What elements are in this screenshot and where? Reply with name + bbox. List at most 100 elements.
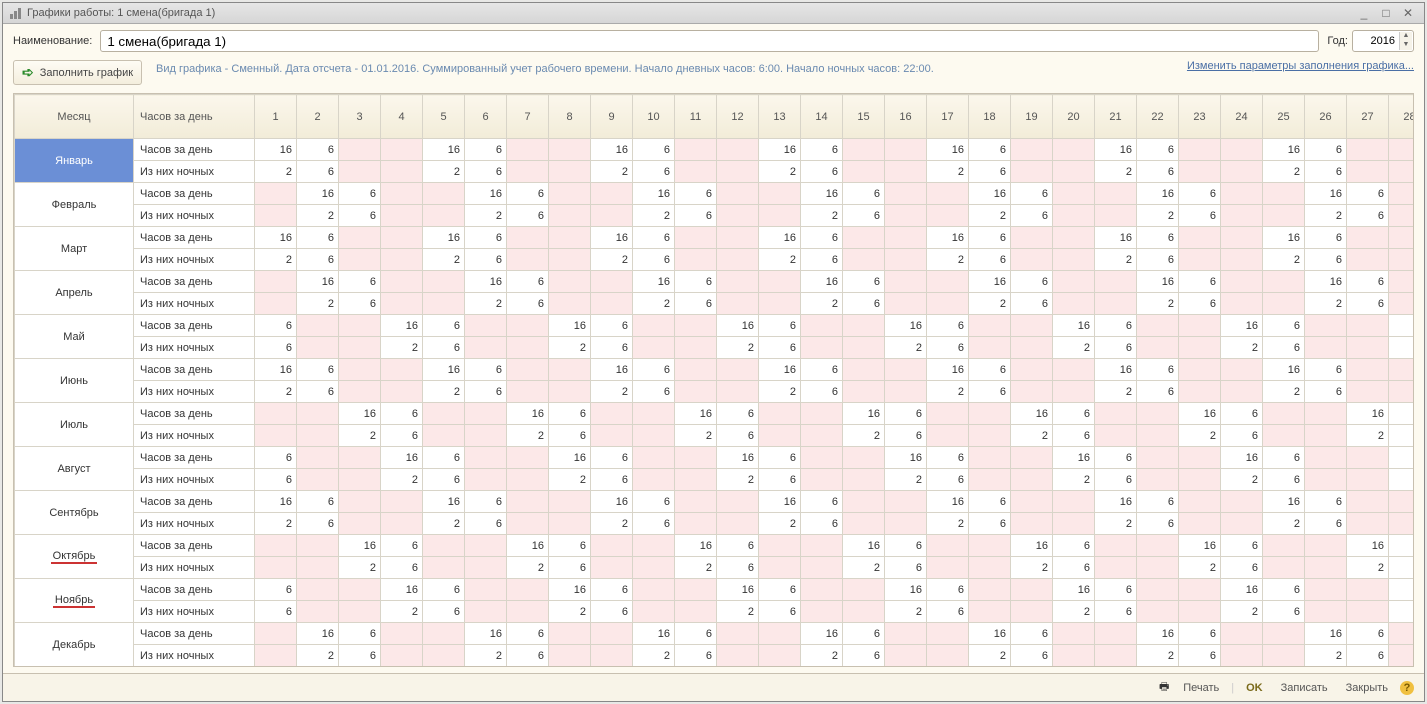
day-cell[interactable]: 6: [1095, 315, 1137, 337]
night-cell[interactable]: 2: [1053, 337, 1095, 359]
day-cell[interactable]: 16: [633, 183, 675, 205]
night-cell[interactable]: 6: [1347, 205, 1389, 227]
night-cell[interactable]: [675, 469, 717, 491]
day-cell[interactable]: 16: [1221, 447, 1263, 469]
day-cell[interactable]: [339, 227, 381, 249]
night-cell[interactable]: 2: [759, 161, 801, 183]
night-cell[interactable]: [465, 337, 507, 359]
day-cell[interactable]: [1221, 139, 1263, 161]
night-cell[interactable]: 6: [633, 513, 675, 535]
day-cell[interactable]: 6: [465, 139, 507, 161]
night-cell[interactable]: 2: [633, 205, 675, 227]
night-cell[interactable]: 6: [1095, 469, 1137, 491]
day-cell[interactable]: 16: [1053, 579, 1095, 601]
header-day-25[interactable]: 25: [1263, 95, 1305, 139]
night-cell[interactable]: [339, 469, 381, 491]
header-hours-per-day[interactable]: Часов за день: [134, 95, 255, 139]
day-cell[interactable]: [1095, 403, 1137, 425]
night-cell[interactable]: 2: [549, 337, 591, 359]
header-day-14[interactable]: 14: [801, 95, 843, 139]
day-cell[interactable]: 16: [255, 491, 297, 513]
day-cell[interactable]: 6: [1263, 447, 1305, 469]
night-cell[interactable]: 2: [423, 161, 465, 183]
day-cell[interactable]: 16: [969, 183, 1011, 205]
night-cell[interactable]: 2: [1305, 645, 1347, 667]
night-cell[interactable]: 6: [1263, 601, 1305, 623]
night-cell[interactable]: 2: [801, 293, 843, 315]
day-cell[interactable]: [717, 183, 759, 205]
header-day-8[interactable]: 8: [549, 95, 591, 139]
night-cell[interactable]: 2: [885, 337, 927, 359]
header-day-3[interactable]: 3: [339, 95, 381, 139]
night-cell[interactable]: 2: [423, 513, 465, 535]
day-cell[interactable]: [1347, 447, 1389, 469]
night-cell[interactable]: 6: [1137, 513, 1179, 535]
night-cell[interactable]: 2: [969, 293, 1011, 315]
day-cell[interactable]: 6: [927, 447, 969, 469]
night-cell[interactable]: [549, 293, 591, 315]
day-cell[interactable]: [1263, 271, 1305, 293]
night-cell[interactable]: 6: [465, 249, 507, 271]
night-cell[interactable]: 2: [591, 249, 633, 271]
night-cell[interactable]: [1389, 513, 1415, 535]
night-cell[interactable]: [1053, 645, 1095, 667]
night-cell[interactable]: [507, 161, 549, 183]
night-cell[interactable]: [339, 381, 381, 403]
header-day-6[interactable]: 6: [465, 95, 507, 139]
night-cell[interactable]: 2: [465, 293, 507, 315]
day-cell[interactable]: 16: [591, 359, 633, 381]
day-cell[interactable]: [507, 447, 549, 469]
night-cell[interactable]: 6: [1221, 425, 1263, 447]
night-cell[interactable]: [633, 601, 675, 623]
day-cell[interactable]: [633, 315, 675, 337]
night-cell[interactable]: [675, 337, 717, 359]
day-cell[interactable]: 6: [1011, 183, 1053, 205]
night-cell[interactable]: [717, 513, 759, 535]
night-cell[interactable]: 6: [255, 601, 297, 623]
night-cell[interactable]: 6: [801, 513, 843, 535]
day-cell[interactable]: [1389, 271, 1415, 293]
night-cell[interactable]: 2: [675, 557, 717, 579]
night-cell[interactable]: [969, 337, 1011, 359]
night-cell[interactable]: 6: [465, 513, 507, 535]
day-cell[interactable]: 16: [1305, 271, 1347, 293]
night-cell[interactable]: 6: [1095, 337, 1137, 359]
day-cell[interactable]: [255, 535, 297, 557]
day-cell[interactable]: [1011, 315, 1053, 337]
day-cell[interactable]: 6: [969, 139, 1011, 161]
night-cell[interactable]: 2: [801, 205, 843, 227]
day-cell[interactable]: [801, 447, 843, 469]
night-cell[interactable]: 6: [255, 337, 297, 359]
night-cell[interactable]: [507, 337, 549, 359]
day-cell[interactable]: 16: [1263, 227, 1305, 249]
night-cell[interactable]: 6: [297, 249, 339, 271]
night-cell[interactable]: [633, 337, 675, 359]
day-cell[interactable]: [1305, 447, 1347, 469]
day-cell[interactable]: [801, 403, 843, 425]
night-cell[interactable]: [297, 557, 339, 579]
day-cell[interactable]: [717, 227, 759, 249]
header-day-12[interactable]: 12: [717, 95, 759, 139]
day-cell[interactable]: [1053, 227, 1095, 249]
night-cell[interactable]: 2: [717, 469, 759, 491]
night-cell[interactable]: [339, 249, 381, 271]
day-cell[interactable]: [675, 139, 717, 161]
day-cell[interactable]: 6: [801, 227, 843, 249]
night-cell[interactable]: 2: [759, 513, 801, 535]
day-cell[interactable]: [465, 579, 507, 601]
night-cell[interactable]: [1053, 161, 1095, 183]
day-cell[interactable]: 6: [759, 579, 801, 601]
night-cell[interactable]: [843, 381, 885, 403]
day-cell[interactable]: 6: [591, 315, 633, 337]
day-cell[interactable]: 16: [1053, 315, 1095, 337]
night-cell[interactable]: [633, 469, 675, 491]
day-cell[interactable]: [423, 623, 465, 645]
day-cell[interactable]: 6: [507, 271, 549, 293]
day-cell[interactable]: [1347, 315, 1389, 337]
day-cell[interactable]: 16: [297, 183, 339, 205]
day-cell[interactable]: [1347, 579, 1389, 601]
day-cell[interactable]: 6: [255, 447, 297, 469]
day-cell[interactable]: 16: [717, 447, 759, 469]
day-cell[interactable]: 16: [591, 227, 633, 249]
night-cell[interactable]: 6: [633, 381, 675, 403]
